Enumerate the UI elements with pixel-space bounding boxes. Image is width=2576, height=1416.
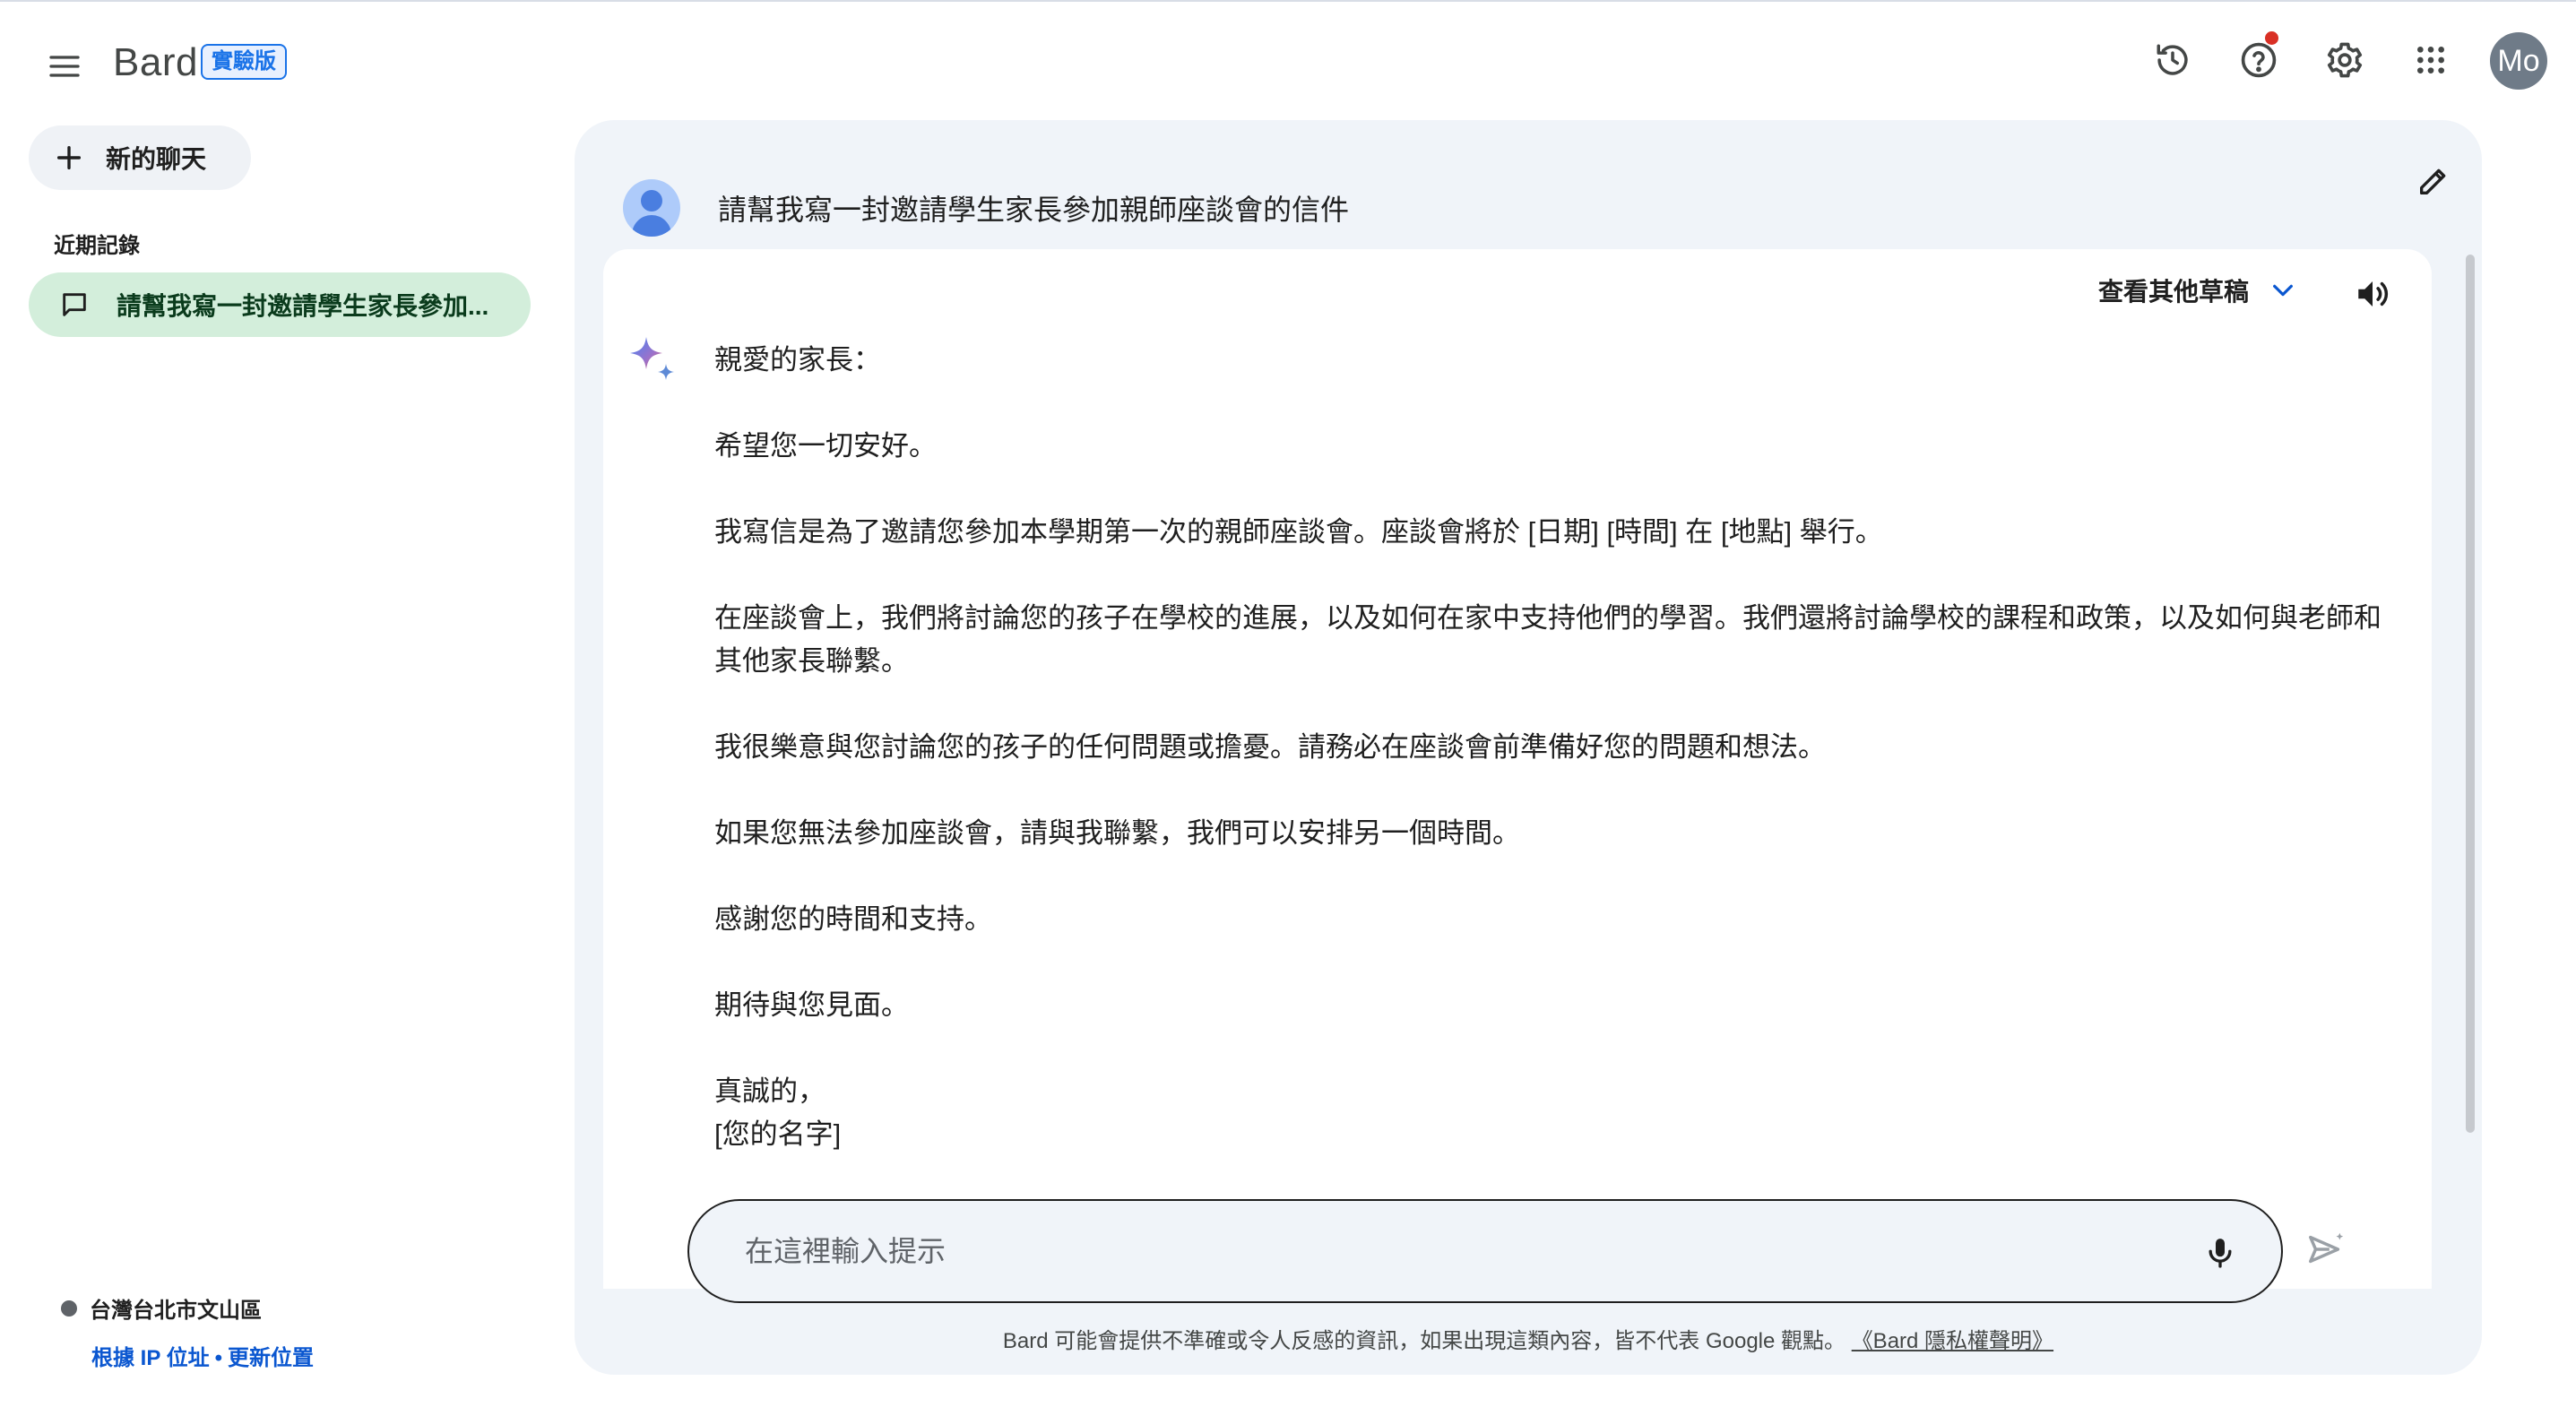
pencil-icon [2420,168,2446,194]
help-button[interactable] [2230,31,2287,89]
prompt-input-box[interactable] [687,1199,2283,1303]
send-button[interactable] [2297,1221,2355,1278]
activity-button[interactable] [2144,31,2201,89]
recent-heading: 近期記錄 [54,234,140,258]
chat-panel: 請幫我寫一封邀請學生家長參加親師座談會的信件 查看其他草稿 親愛的家長： 希望您… [575,120,2482,1375]
edit-prompt-button[interactable] [2405,152,2462,210]
location-dot-icon [61,1299,77,1317]
settings-button[interactable] [2316,31,2373,89]
chat-bubble-icon [63,293,86,316]
response-paragraph: 我寫信是為了邀請您參加本學期第一次的親師座談會。座談會將於 [日期] [時間] … [714,516,1883,548]
response-paragraph: 如果您無法參加座談會，請與我聯繫，我們可以安排另一個時間。 [714,817,1520,849]
recent-chat-label: 請幫我寫一封邀請學生家長參加... [117,292,489,320]
experiment-badge: 實驗版 [201,44,287,80]
response-paragraph: [您的名字] [714,1118,842,1150]
voice-input-button[interactable] [2195,1228,2245,1278]
menu-icon [49,56,80,77]
send-icon [2309,1232,2344,1264]
apps-button[interactable] [2402,31,2459,89]
response-paragraph: 真誠的， [714,1075,826,1107]
new-chat-button[interactable]: 新的聊天 [29,125,251,190]
location-separator: • [214,1346,222,1370]
notification-dot [2265,31,2278,45]
bard-sparkle-icon [630,337,674,380]
disclaimer-text: Bard 可能會提供不準確或令人反感的資訊，如果出現這類內容，皆不代表 Goog… [1002,1329,1846,1353]
response-paragraph: 我很樂意與您討論您的孩子的任何問題或擔憂。請務必在座談會前準備好您的問題和想法。 [714,731,1826,763]
disclaimer: Bard 可能會提供不準確或令人反感的資訊，如果出現這類內容，皆不代表 Goog… [575,1323,2482,1354]
menu-button[interactable] [36,38,93,95]
help-icon [2241,42,2277,78]
apps-grid-icon [2417,47,2444,73]
response-paragraph: 感謝您的時間和支持。 [714,903,992,935]
history-icon [2157,44,2188,75]
response-text: 親愛的家長： 希望您一切安好。 我寫信是為了邀請您參加本學期第一次的親師座談會。… [714,339,2382,1156]
response-paragraph: 在座談會上，我們將討論您的孩子在學校的進展，以及如何在家中支持他們的學習。我們還… [714,602,2382,677]
location-text: 台灣台北市文山區 [90,1299,262,1323]
speaker-icon [2358,281,2389,307]
account-avatar[interactable]: Mo [2490,32,2547,90]
response-paragraph: 希望您一切安好。 [714,430,937,462]
privacy-link[interactable]: 《Bard 隱私權聲明》 [1852,1329,2053,1353]
chevron-down-icon [2273,284,2293,297]
scrollbar[interactable] [2466,255,2475,1133]
prompt-input[interactable] [745,1234,2143,1268]
response-card: 查看其他草稿 親愛的家長： 希望您一切安好。 我寫信是為了邀請您參加本學期第一次… [603,249,2432,1289]
user-avatar-icon [623,179,680,237]
microphone-icon [2209,1239,2232,1268]
drafts-label: 查看其他草稿 [2097,278,2249,306]
location-info: 台灣台北市文山區 根據 IP 位址 • 更新位置 [61,1292,314,1371]
app-logo[interactable]: Bard [113,38,198,88]
user-prompt-text: 請幫我寫一封邀請學生家長參加親師座談會的信件 [718,194,1350,226]
view-drafts-button[interactable]: 查看其他草稿 [2098,272,2297,308]
read-aloud-button[interactable] [2347,269,2398,319]
update-location-link[interactable]: 更新位置 [228,1346,314,1370]
response-paragraph: 期待與您見面。 [714,989,909,1021]
response-paragraph: 親愛的家長： [714,344,881,376]
plus-icon [56,145,82,170]
sidebar-item-recent-chat[interactable]: 請幫我寫一封邀請學生家長參加... [29,272,531,337]
ip-location-link[interactable]: 根據 IP 位址 [91,1346,210,1370]
new-chat-label: 新的聊天 [106,145,207,173]
gear-icon [2327,42,2363,78]
